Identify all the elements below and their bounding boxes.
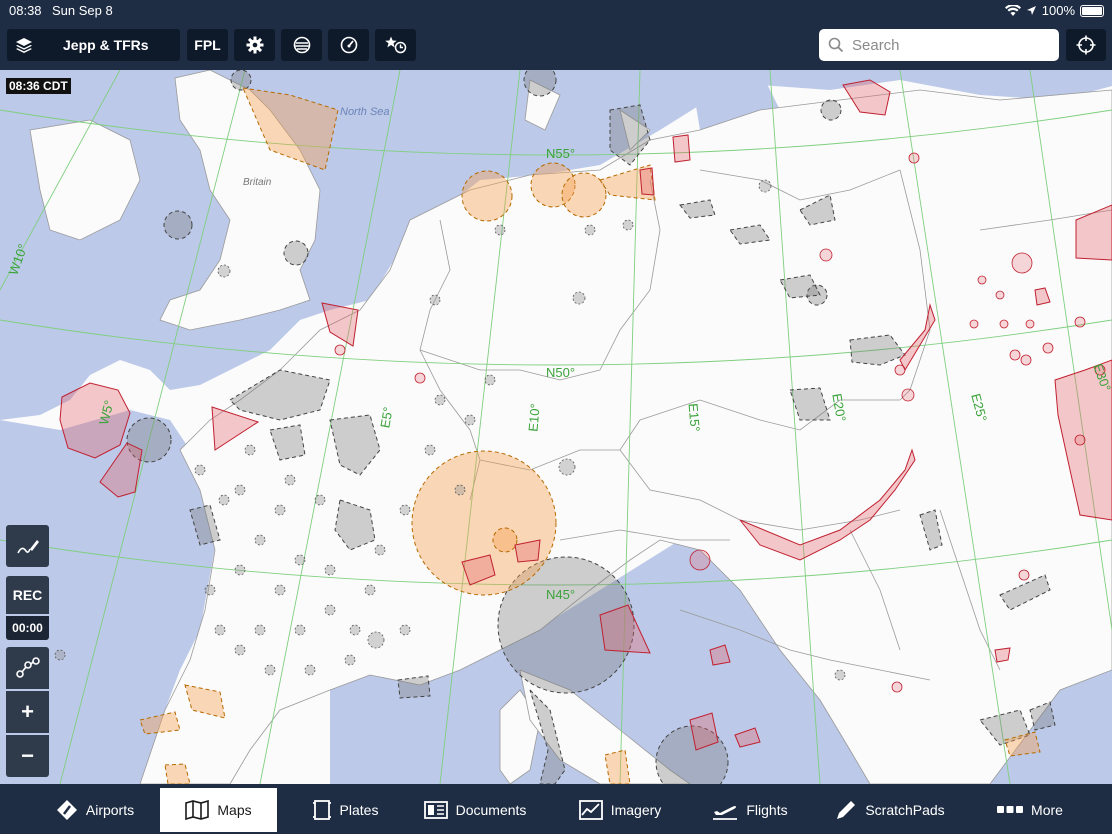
- gear-icon: [246, 36, 263, 54]
- tab-imagery-label: Imagery: [610, 802, 662, 818]
- lat-label-n50: N50°: [546, 365, 576, 380]
- tab-bar: Airports Maps Plates Documents Imagery F…: [0, 784, 1112, 834]
- toolbar: Jepp & TFRs FPL: [0, 22, 1112, 70]
- center-location-button[interactable]: [1066, 29, 1106, 61]
- map-timestamp: 08:36 CDT: [6, 78, 71, 94]
- status-date: Sun Sep 8: [52, 3, 113, 18]
- fpl-button[interactable]: FPL: [187, 29, 228, 61]
- pencil-icon: [837, 801, 856, 819]
- tab-plates[interactable]: Plates: [290, 788, 400, 832]
- battery-percent: 100%: [1041, 3, 1075, 18]
- map-style-button[interactable]: [281, 29, 322, 61]
- lat-label-n45: N45°: [546, 587, 576, 602]
- tab-plates-label: Plates: [339, 802, 379, 818]
- sea-label-north-sea: North Sea: [340, 106, 390, 118]
- recents-button[interactable]: [375, 29, 416, 61]
- tab-flights-label: Flights: [746, 802, 788, 818]
- record-button[interactable]: REC: [6, 576, 49, 614]
- tab-scratchpads[interactable]: ScratchPads: [820, 788, 960, 832]
- wifi-icon: [1004, 4, 1021, 16]
- record-timer: 00:00: [6, 616, 49, 640]
- route-nodes-icon: [15, 657, 40, 678]
- globe-layers-icon: [293, 36, 310, 54]
- search-icon: [828, 37, 844, 53]
- tab-imagery[interactable]: Imagery: [565, 788, 675, 832]
- status-bar: 08:38 Sun Sep 8 100%: [0, 0, 1112, 22]
- lon-label-e10: E10°: [525, 402, 543, 433]
- map-icon: [185, 800, 210, 820]
- zoom-in-button[interactable]: +: [6, 691, 49, 733]
- location-arrow-icon: [1026, 6, 1036, 15]
- tab-scratchpads-label: ScratchPads: [865, 802, 945, 818]
- tab-documents-label: Documents: [455, 802, 527, 818]
- draw-button[interactable]: [6, 525, 49, 567]
- layer-name: Jepp & TFRs: [63, 37, 149, 53]
- pencil-draw-icon: [16, 540, 39, 554]
- tab-flights[interactable]: Flights: [700, 788, 800, 832]
- zoom-out-button[interactable]: −: [6, 735, 49, 777]
- map-canvas[interactable]: [0, 70, 1112, 784]
- instruments-button[interactable]: [328, 29, 369, 61]
- land-label-britain: Britain: [243, 177, 272, 188]
- lon-label-e15: E15°: [685, 402, 703, 433]
- battery-icon: [1080, 4, 1104, 17]
- crosshair-icon: [1076, 35, 1096, 55]
- layers-button[interactable]: Jepp & TFRs: [7, 29, 180, 61]
- gauge-icon: [340, 36, 357, 54]
- settings-button[interactable]: [234, 29, 275, 61]
- search-input[interactable]: [850, 35, 1054, 55]
- airplane-takeoff-icon: [713, 806, 738, 820]
- documents-icon: [423, 801, 448, 819]
- airport-diamond-icon: [56, 800, 77, 820]
- tab-maps-label: Maps: [217, 802, 252, 818]
- tab-airports[interactable]: Airports: [40, 788, 150, 832]
- star-clock-icon: [384, 36, 406, 54]
- tab-airports-label: Airports: [85, 802, 135, 818]
- imagery-chart-icon: [578, 800, 603, 820]
- tab-maps[interactable]: Maps: [160, 788, 277, 832]
- plate-icon: [312, 800, 331, 820]
- search-box[interactable]: [819, 29, 1059, 61]
- more-dots-icon: [997, 806, 1024, 813]
- lat-label-n55: N55°: [546, 146, 576, 161]
- tab-more-label: More: [1031, 802, 1063, 818]
- status-time: 08:38: [9, 3, 42, 18]
- tab-documents[interactable]: Documents: [410, 788, 540, 832]
- status-right: 100%: [1004, 3, 1104, 18]
- tab-more[interactable]: More: [985, 788, 1075, 832]
- layers-icon: [16, 38, 32, 53]
- map-view[interactable]: 08:36 CDT N55° N50° N45° W10° W5° E5° E1…: [0, 70, 1112, 784]
- route-button[interactable]: [6, 647, 49, 689]
